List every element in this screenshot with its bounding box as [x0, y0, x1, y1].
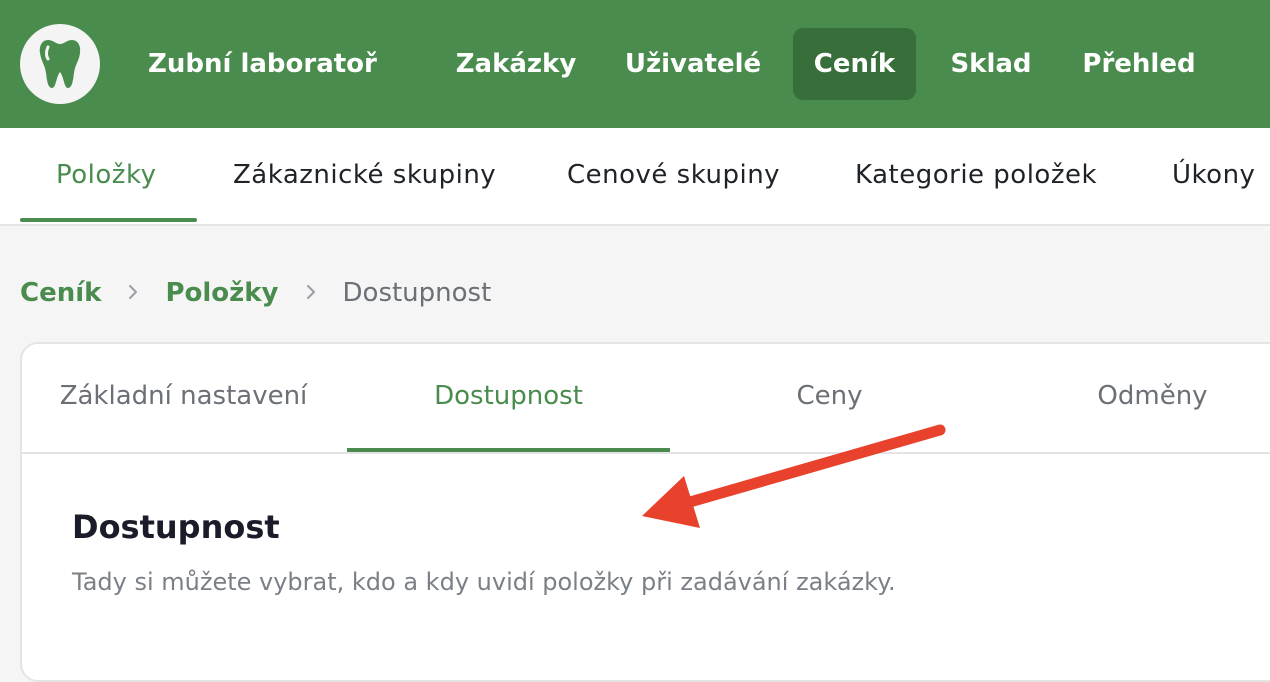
- breadcrumb-current: Dostupnost: [342, 278, 492, 308]
- nav-item-sklad[interactable]: Sklad: [936, 28, 1046, 100]
- top-navbar: Zubní laboratoř Zakázky Uživatelé Ceník …: [0, 0, 1270, 128]
- app-title: Zubní laboratoř: [148, 49, 377, 79]
- nav-item-cenik[interactable]: Ceník: [793, 28, 916, 100]
- tooth-icon: [39, 40, 81, 88]
- subtab-cenove-skupiny[interactable]: Cenové skupiny: [567, 128, 780, 224]
- tab-dostupnost[interactable]: Dostupnost: [347, 344, 670, 450]
- tab-ceny[interactable]: Ceny: [668, 344, 991, 450]
- section-description: Tady si můžete vybrat, kdo a kdy uvidí p…: [72, 568, 896, 596]
- tab-zakladni-nastaveni[interactable]: Základní nastavení: [22, 344, 345, 450]
- chevron-right-icon: [127, 279, 139, 307]
- item-detail-card: Základní nastavení Dostupnost Ceny Odměn…: [20, 342, 1270, 682]
- subtab-kategorie-polozek[interactable]: Kategorie položek: [855, 128, 1097, 224]
- subtab-active-indicator: [20, 218, 197, 222]
- nav-item-prehled[interactable]: Přehled: [1066, 28, 1212, 100]
- card-tab-active-indicator: [347, 448, 670, 452]
- nav-item-uzivatele[interactable]: Uživatelé: [612, 28, 774, 100]
- card-tabs: Základní nastavení Dostupnost Ceny Odměn…: [22, 344, 1270, 454]
- subtab-ukony[interactable]: Úkony: [1172, 128, 1255, 224]
- subtab-zakaznicke-skupiny[interactable]: Zákaznické skupiny: [233, 128, 496, 224]
- subtab-polozky[interactable]: Položky: [56, 128, 156, 224]
- nav-item-zakazky[interactable]: Zakázky: [440, 28, 592, 100]
- chevron-right-icon: [305, 279, 317, 307]
- section-title: Dostupnost: [72, 508, 280, 546]
- breadcrumb-link-cenik[interactable]: Ceník: [20, 278, 101, 308]
- breadcrumb: Ceník Položky Dostupnost: [20, 272, 491, 314]
- sub-navigation: Položky Zákaznické skupiny Cenové skupin…: [0, 128, 1270, 226]
- app-logo[interactable]: [20, 24, 100, 104]
- breadcrumb-link-polozky[interactable]: Položky: [165, 278, 278, 308]
- tab-odmeny[interactable]: Odměny: [991, 344, 1270, 450]
